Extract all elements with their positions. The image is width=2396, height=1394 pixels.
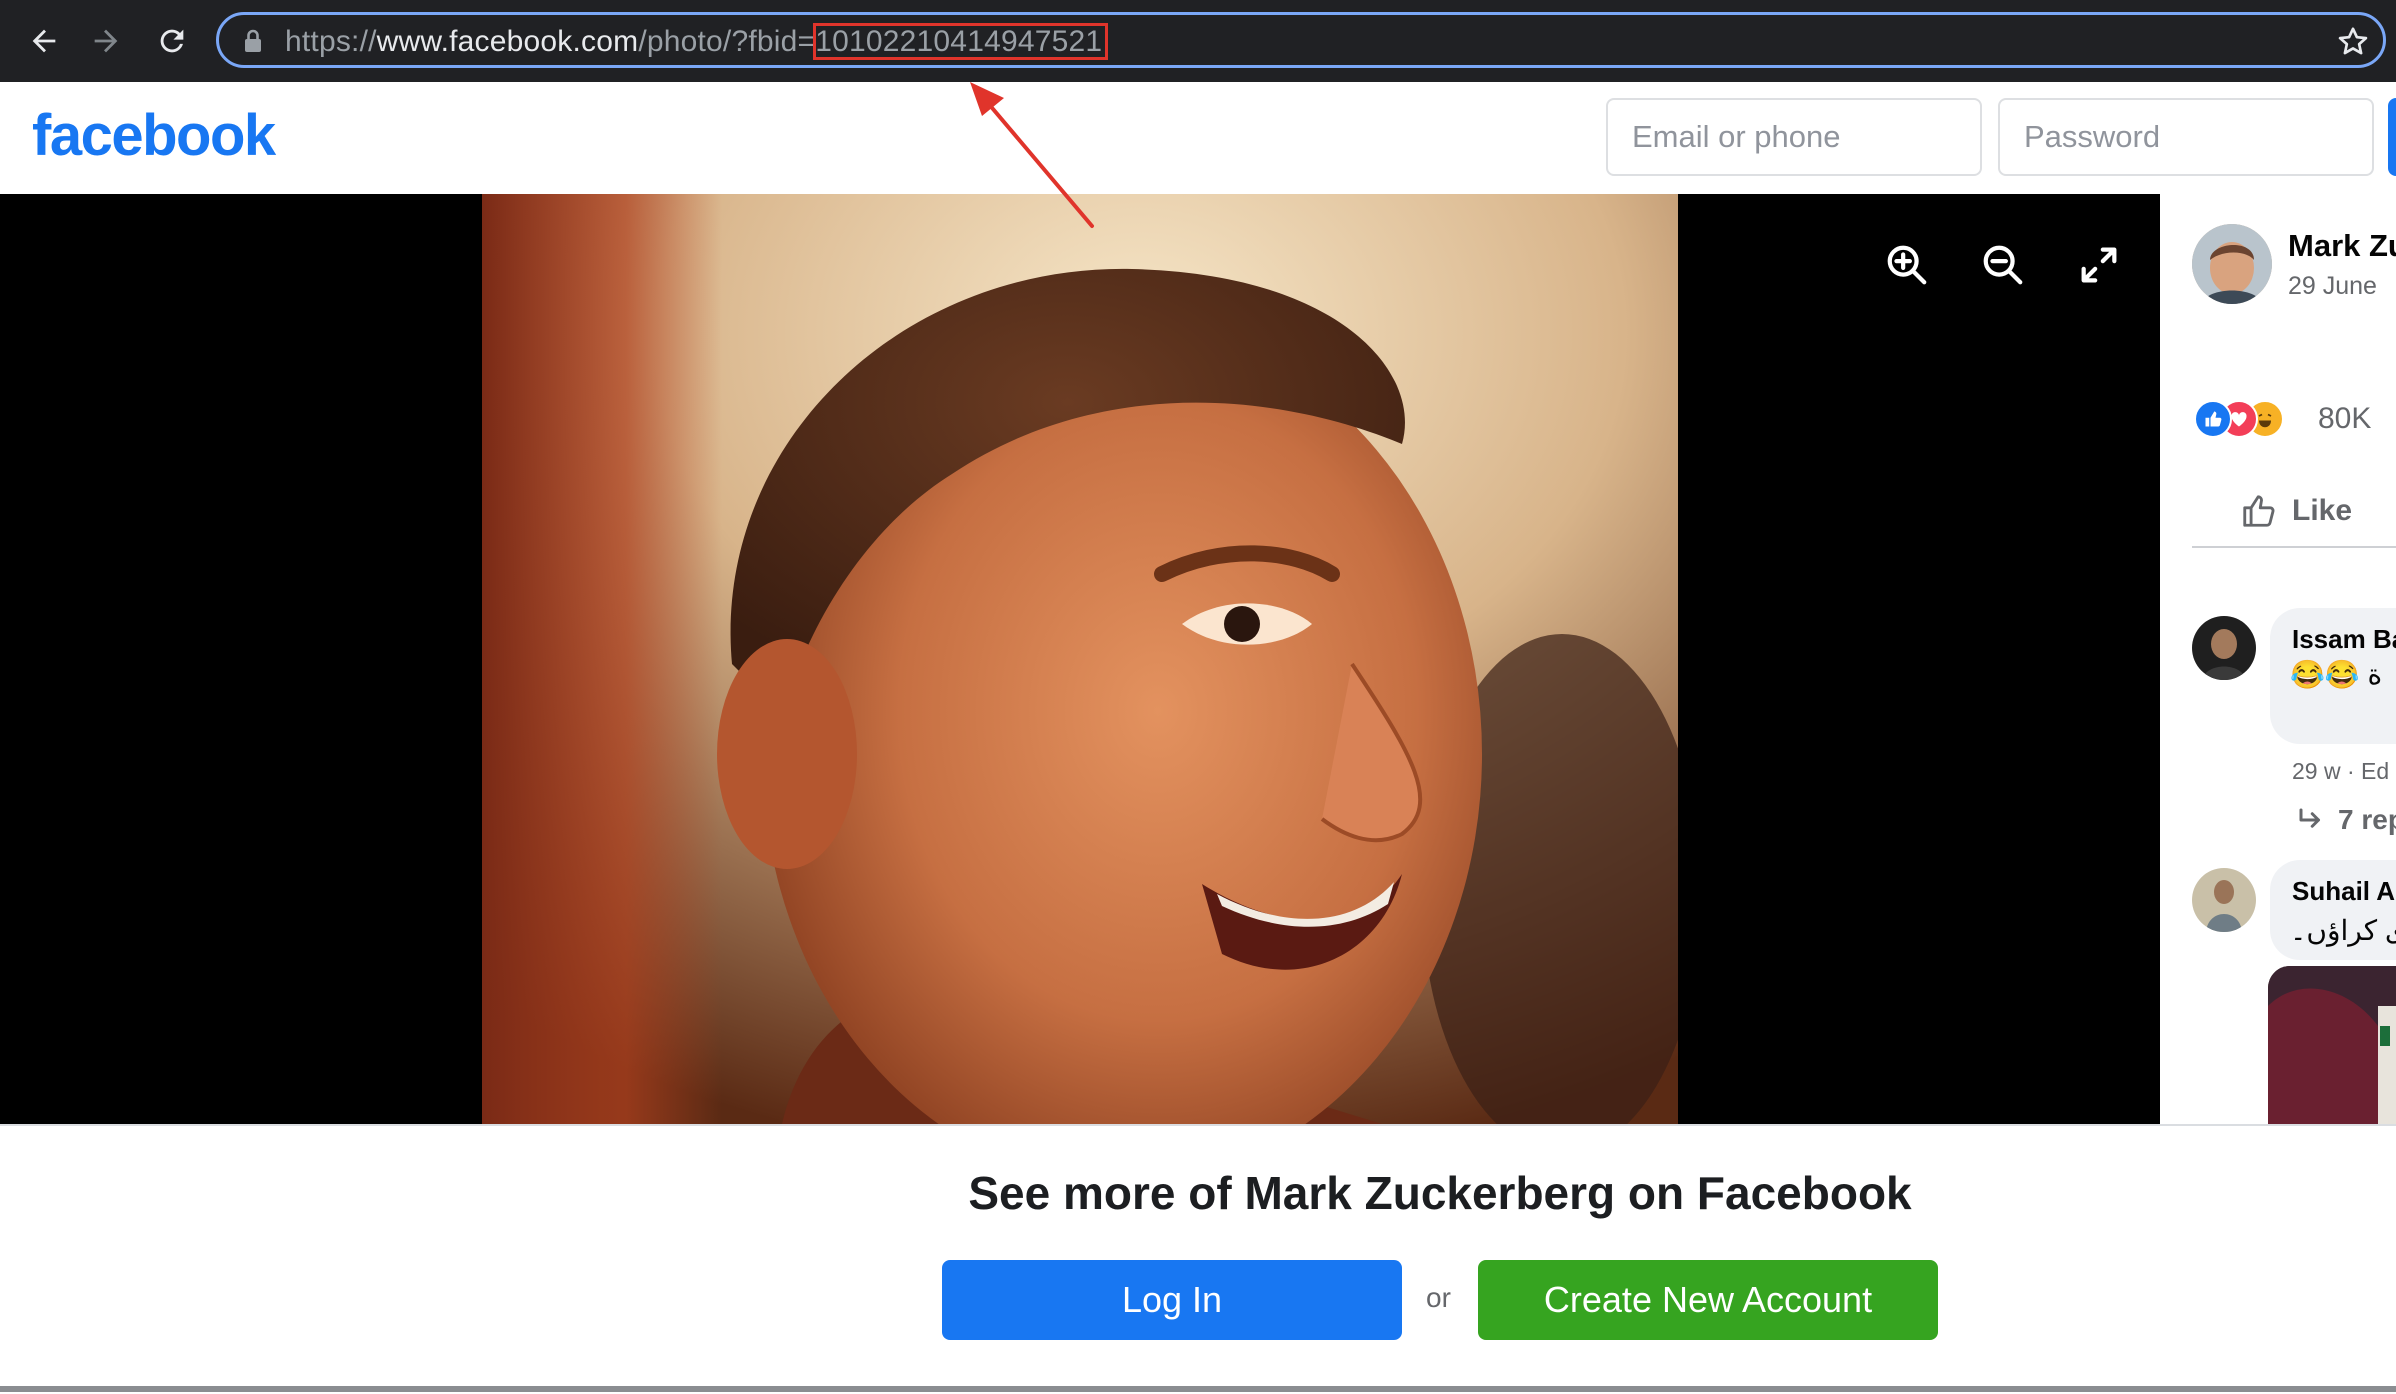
post-photo xyxy=(482,194,1678,1124)
reaction-icons[interactable] xyxy=(2194,400,2284,440)
star-icon[interactable] xyxy=(2335,24,2371,60)
back-button[interactable] xyxy=(20,17,68,65)
like-reaction-icon xyxy=(2194,400,2232,438)
email-field[interactable]: Email or phone xyxy=(1606,98,1982,176)
replies-count: 7 rep xyxy=(2338,804,2396,835)
zoom-out-icon xyxy=(1983,245,2023,285)
author-name[interactable]: Mark Zu xyxy=(2288,228,2396,264)
login-prompt-banner: See more of Mark Zuckerberg on Facebook … xyxy=(0,1124,2396,1394)
url-host: www.facebook.com xyxy=(376,25,639,58)
reload-icon xyxy=(160,29,184,53)
zoom-in-icon xyxy=(1887,245,1927,285)
comment-image-content xyxy=(2268,966,2396,1124)
reaction-count[interactable]: 80K xyxy=(2318,402,2371,436)
like-label: Like xyxy=(2292,494,2353,527)
forward-button[interactable] xyxy=(82,17,130,65)
arrow-right-icon xyxy=(94,29,118,53)
photo-viewer xyxy=(0,194,2160,1124)
post-side-panel: Mark Zu 29 June 80K Like Issam Ba 😂😂 ة 2… xyxy=(2160,194,2396,1124)
commenter-avatar[interactable] xyxy=(2192,616,2256,680)
zoom-in-button[interactable] xyxy=(1880,238,1934,292)
commenter-avatar-image xyxy=(2192,616,2256,680)
comment-author[interactable]: Issam Ba xyxy=(2292,624,2396,655)
password-field[interactable]: Password xyxy=(1998,98,2374,176)
author-avatar-image xyxy=(2192,224,2272,304)
address-bar[interactable]: https://www.facebook.com/photo/?fbid=101… xyxy=(216,12,2386,68)
like-button[interactable]: Like xyxy=(2240,486,2352,536)
arrow-left-icon xyxy=(32,29,56,53)
page-bottom-border xyxy=(0,1386,2396,1392)
author-avatar[interactable] xyxy=(2192,224,2272,304)
expand-icon xyxy=(2081,247,2117,283)
prompt-title: See more of Mark Zuckerberg on Facebook xyxy=(968,1167,1912,1219)
comment-text: 😂😂 ة xyxy=(2290,659,2383,690)
post-date[interactable]: 29 June xyxy=(2288,272,2377,301)
url-text: https://www.facebook.com/photo/?fbid=101… xyxy=(285,23,1109,60)
comment-meta[interactable]: 29 w · Ed xyxy=(2292,758,2389,785)
commenter-avatar[interactable] xyxy=(2192,868,2256,932)
fullscreen-button[interactable] xyxy=(2072,238,2126,292)
browser-toolbar: https://www.facebook.com/photo/?fbid=101… xyxy=(0,0,2396,84)
or-label: or xyxy=(1426,1282,1451,1313)
reply-arrow-icon xyxy=(2299,808,2320,828)
zoom-out-button[interactable] xyxy=(1976,238,2030,292)
lock-icon xyxy=(245,29,261,52)
url-scheme: https:// xyxy=(285,25,377,58)
comment-author[interactable]: Suhail A xyxy=(2292,876,2395,907)
comment-attached-image[interactable] xyxy=(2268,966,2396,1124)
commenter-avatar-image xyxy=(2192,868,2256,932)
view-replies-link[interactable]: 7 rep xyxy=(2296,804,2396,836)
portrait-photo xyxy=(482,194,1678,1124)
thumbs-up-icon xyxy=(2243,495,2275,527)
facebook-header: facebook Email or phone Password xyxy=(0,82,2396,194)
url-path: /photo/?fbid= xyxy=(638,25,816,58)
comment-text: ی کراؤں۔ xyxy=(2290,915,2396,946)
login-button[interactable]: Log In xyxy=(942,1260,1402,1340)
divider xyxy=(2192,546,2396,548)
create-account-button[interactable]: Create New Account xyxy=(1478,1260,1938,1340)
header-login-button[interactable] xyxy=(2388,98,2396,176)
reload-button[interactable] xyxy=(148,17,196,65)
url-fbid-highlight: 10102210414947521 xyxy=(813,23,1109,60)
facebook-logo[interactable]: facebook xyxy=(32,102,276,169)
